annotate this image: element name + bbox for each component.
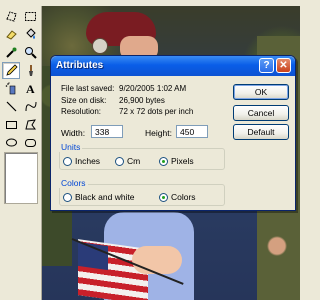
radio-label: Inches	[75, 156, 101, 166]
rectangle-icon[interactable]	[2, 116, 20, 133]
radio-indicator	[63, 192, 72, 202]
radio-label: Colors	[171, 192, 196, 202]
tool-options-box[interactable]	[4, 152, 38, 204]
photo-beret-badge	[92, 38, 108, 54]
cancel-button[interactable]: Cancel	[233, 105, 289, 121]
rounded-rectangle-icon[interactable]	[21, 134, 39, 151]
ellipse-icon[interactable]	[2, 134, 20, 151]
ok-button[interactable]: OK	[233, 84, 289, 100]
radio-indicator	[63, 156, 72, 166]
eraser-icon[interactable]	[2, 26, 20, 43]
fill-with-color-icon[interactable]	[21, 26, 39, 43]
info-value: 26,900 bytes	[119, 96, 165, 105]
units-inches-radio[interactable]: Inches	[63, 156, 100, 166]
text-icon[interactable]: A	[21, 80, 39, 97]
close-icon: ✕	[279, 60, 288, 71]
radio-label: Pixels	[171, 156, 194, 166]
radio-label: Cm	[127, 156, 141, 166]
magnifier-icon[interactable]	[21, 44, 39, 61]
info-value: 72 x 72 dots per inch	[119, 107, 194, 116]
width-label: Width:	[61, 128, 86, 138]
pick-color-icon[interactable]	[2, 44, 20, 61]
airbrush-icon[interactable]	[2, 80, 20, 97]
line-icon[interactable]	[2, 98, 20, 115]
tool-box: A	[0, 6, 42, 300]
curve-icon[interactable]	[21, 98, 39, 115]
brush-icon[interactable]	[21, 62, 39, 79]
units-group-title: Units	[59, 142, 83, 152]
info-value: 9/20/2005 1:02 AM	[119, 84, 187, 93]
radio-label: Black and white	[75, 192, 135, 202]
dialog-title: Attributes	[56, 60, 104, 71]
units-cm-radio[interactable]: Cm	[115, 156, 140, 166]
width-field[interactable]: 338	[91, 125, 123, 138]
pencil-icon[interactable]	[2, 62, 20, 79]
svg-text:A: A	[26, 82, 35, 95]
units-pixels-radio[interactable]: Pixels	[159, 156, 194, 166]
close-button[interactable]: ✕	[276, 58, 291, 73]
height-field[interactable]: 450	[176, 125, 208, 138]
info-label: Resolution:	[61, 107, 102, 116]
colors-colors-radio[interactable]: Colors	[159, 192, 196, 202]
tool-grid: A	[2, 8, 40, 151]
attributes-dialog: Attributes ? ✕ File last saved: 9/20/200…	[50, 55, 296, 211]
free-form-select-icon[interactable]	[2, 8, 20, 25]
help-button[interactable]: ?	[259, 58, 274, 73]
height-label: Height:	[145, 128, 172, 138]
help-icon: ?	[263, 60, 270, 71]
info-label: File last saved:	[61, 84, 115, 93]
default-button[interactable]: Default	[233, 124, 289, 140]
photo-child-arm	[132, 246, 182, 274]
radio-indicator	[159, 192, 168, 202]
colors-group-title: Colors	[59, 178, 88, 188]
dialog-titlebar[interactable]: Attributes ? ✕	[51, 56, 295, 76]
radio-indicator	[115, 156, 124, 166]
polygon-icon[interactable]	[21, 116, 39, 133]
colors-black-and-white-radio[interactable]: Black and white	[63, 192, 135, 202]
radio-indicator	[159, 156, 168, 166]
info-label: Size on disk:	[61, 96, 107, 105]
select-icon[interactable]	[21, 8, 39, 25]
